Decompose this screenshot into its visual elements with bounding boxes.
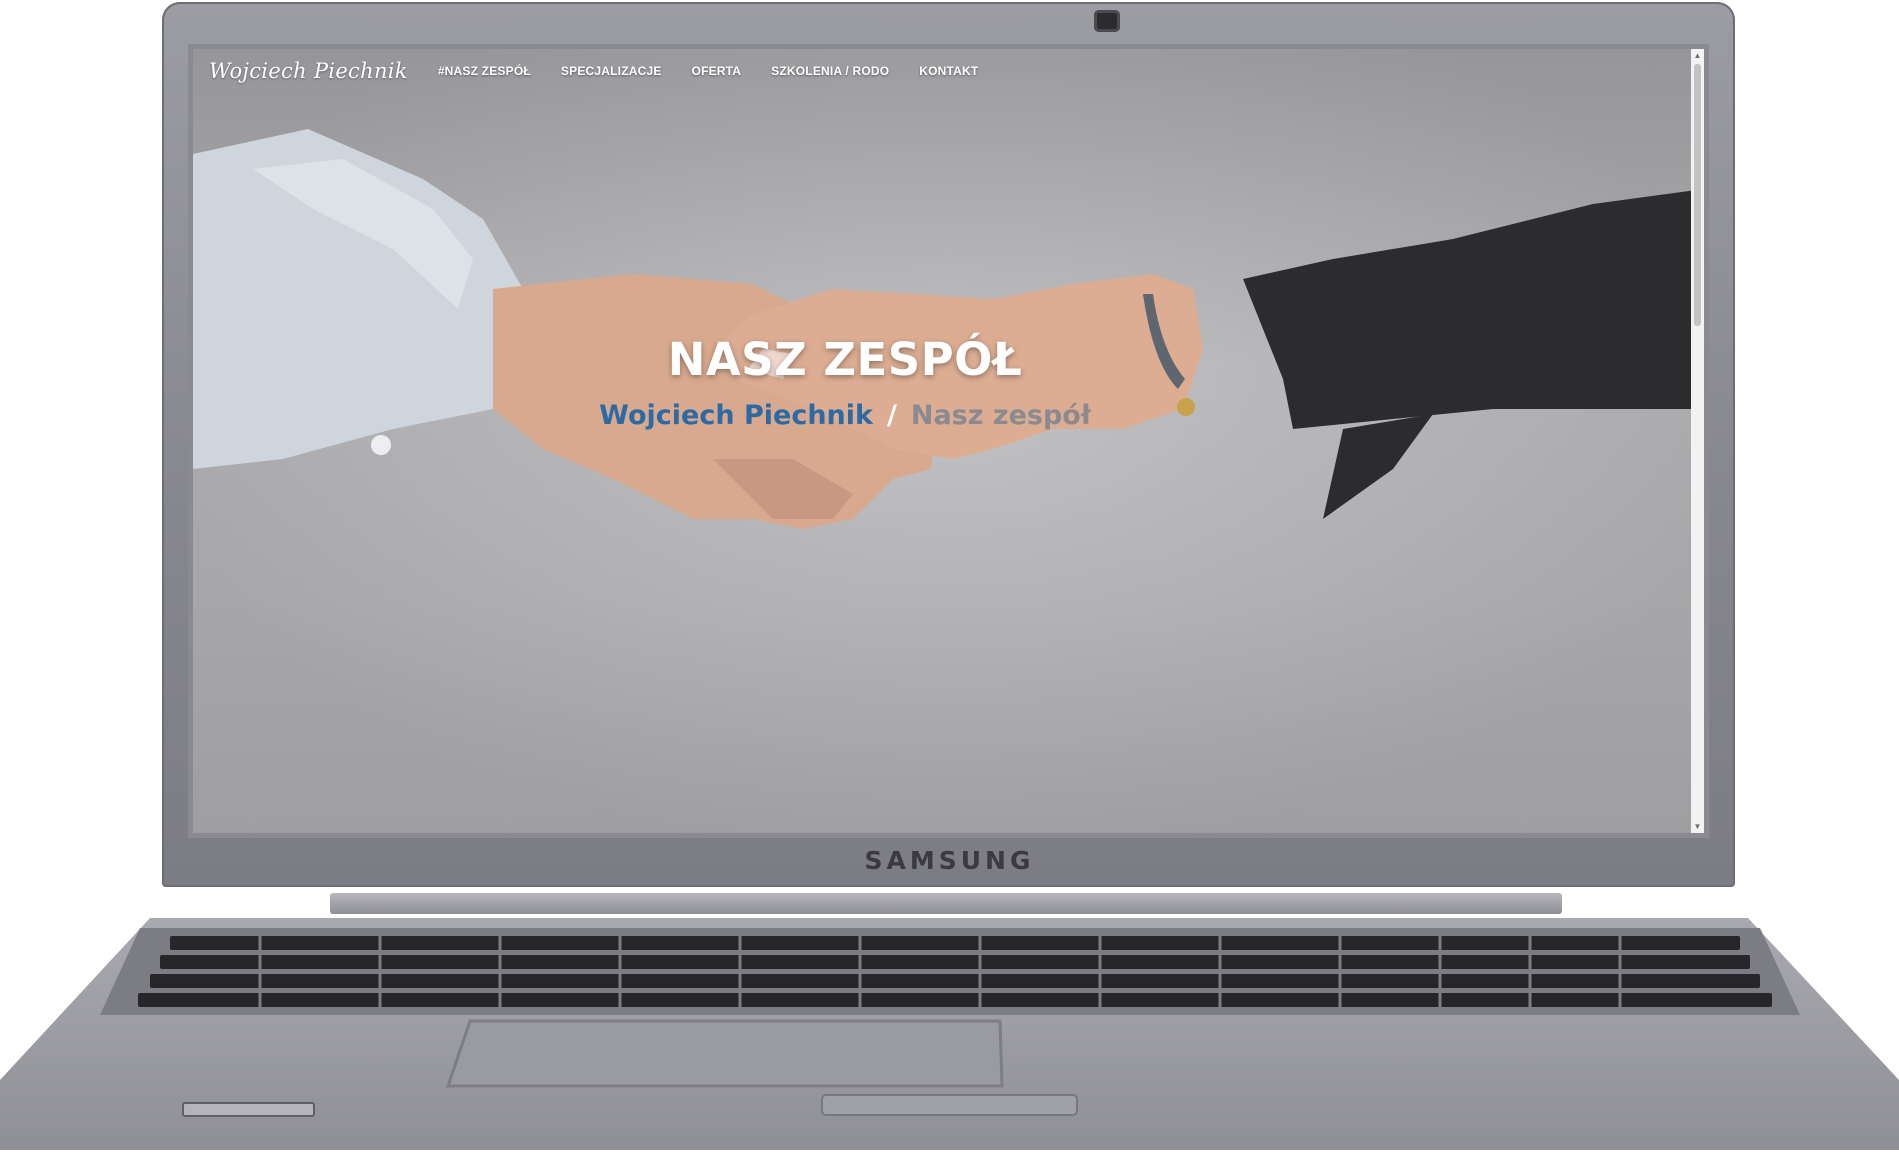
laptop-base [0,918,1899,1167]
laptop-mockup: Wojciech Piechnik #NASZ ZESPÓŁ SPECJALIZ… [0,0,1899,1167]
